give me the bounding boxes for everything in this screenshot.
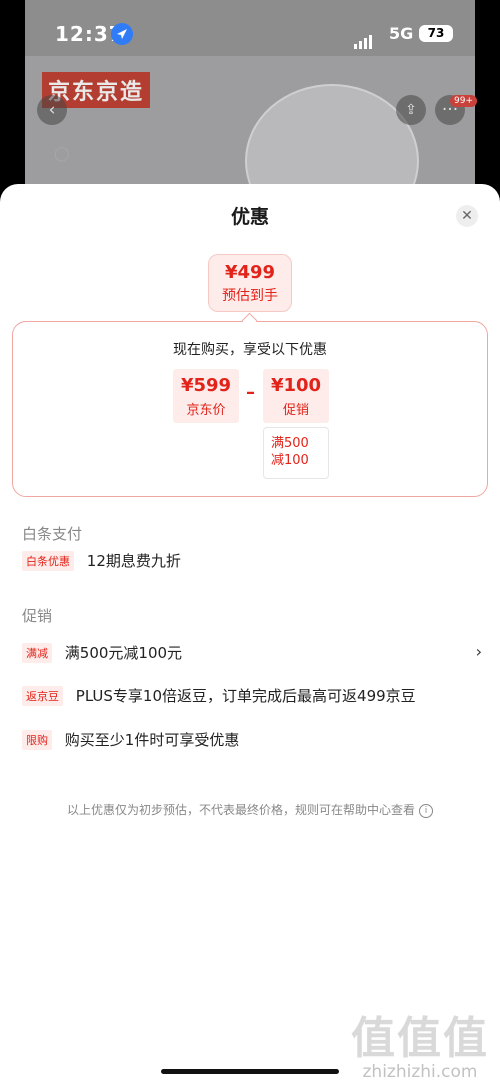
baitiao-tag: 白条优惠 bbox=[22, 550, 74, 571]
watermark-logo: 值值值 bbox=[351, 1013, 489, 1064]
status-bar: 12:37 5G 73 bbox=[0, 20, 500, 50]
network-label: 5G bbox=[389, 24, 414, 43]
promotion-text: 购买至少1件时可享受优惠 bbox=[64, 731, 240, 749]
estimated-price: ¥499 bbox=[224, 262, 276, 283]
baitiao-heading: 白条支付 bbox=[22, 525, 83, 543]
disclaimer-text: 以上优惠仅为初步预估，不代表最终价格，规则可在帮助中心查看 bbox=[66, 803, 415, 817]
close-icon: ✕ bbox=[461, 208, 473, 224]
calc-title: 现在购买，享受以下优惠 bbox=[173, 342, 327, 358]
share-icon: ⇪ bbox=[396, 95, 426, 125]
promotion-tag: 返京豆 bbox=[22, 685, 63, 706]
sheet-title: 优惠 bbox=[230, 206, 269, 228]
minus-operator: – bbox=[246, 382, 255, 403]
promotion-text: 满500元减100元 bbox=[64, 644, 183, 662]
notification-badge: 99+ bbox=[450, 95, 477, 107]
search-icon: ◯ bbox=[54, 146, 70, 162]
estimated-price-label: 预估到手 bbox=[222, 288, 278, 304]
baitiao-text: 12期息费九折 bbox=[86, 552, 181, 570]
signal-icon bbox=[354, 30, 374, 49]
baitiao-row: 白条优惠 12期息费九折 bbox=[22, 550, 482, 572]
back-icon: ‹ bbox=[37, 95, 67, 125]
promotion-heading: 促销 bbox=[22, 607, 53, 625]
condition-line: 满500 bbox=[271, 436, 309, 451]
home-indicator[interactable] bbox=[161, 1069, 339, 1074]
price-calculation-card: 现在购买，享受以下优惠 ¥599 京东价 – ¥100 促销 满500 减100 bbox=[12, 321, 488, 497]
promotion-row-manjian[interactable]: 满减 满500元减100元 › bbox=[22, 642, 482, 664]
promotion-row-jingdou: 返京豆 PLUS专享10倍返豆，订单完成后最高可返499京豆 bbox=[22, 685, 482, 707]
disclaimer: 以上优惠仅为初步预估，不代表最终价格，规则可在帮助中心查看 i bbox=[0, 801, 500, 818]
base-price-box: ¥599 京东价 bbox=[173, 369, 239, 423]
discount-label: 促销 bbox=[282, 403, 309, 418]
close-button[interactable]: ✕ bbox=[456, 205, 478, 227]
location-icon bbox=[111, 23, 133, 45]
condition-line: 减100 bbox=[271, 453, 309, 468]
discount-sheet: 优惠 ✕ ¥499 预估到手 现在购买，享受以下优惠 ¥599 京东价 – ¥1… bbox=[0, 184, 500, 1083]
estimated-price-box: ¥499 预估到手 bbox=[208, 254, 292, 312]
battery-icon: 73 bbox=[419, 25, 453, 42]
watermark-text: zhizhizhi.com bbox=[362, 1062, 478, 1082]
promotion-row-limit: 限购 购买至少1件时可享受优惠 bbox=[22, 729, 482, 751]
promotion-text: PLUS专享10倍返豆，订单完成后最高可返499京豆 bbox=[75, 687, 416, 705]
base-price: ¥599 bbox=[180, 375, 232, 396]
discount-amount: ¥100 bbox=[270, 375, 322, 396]
promotion-tag: 满减 bbox=[22, 642, 52, 663]
promotion-tag: 限购 bbox=[22, 729, 52, 750]
chevron-right-icon[interactable]: › bbox=[476, 642, 482, 661]
base-price-label: 京东价 bbox=[186, 403, 226, 418]
discount-condition: 满500 减100 bbox=[263, 427, 329, 479]
discount-box: ¥100 促销 bbox=[263, 369, 329, 423]
watermark: 值值值 zhizhizhi.com bbox=[350, 1002, 490, 1082]
info-icon[interactable]: i bbox=[419, 803, 433, 818]
